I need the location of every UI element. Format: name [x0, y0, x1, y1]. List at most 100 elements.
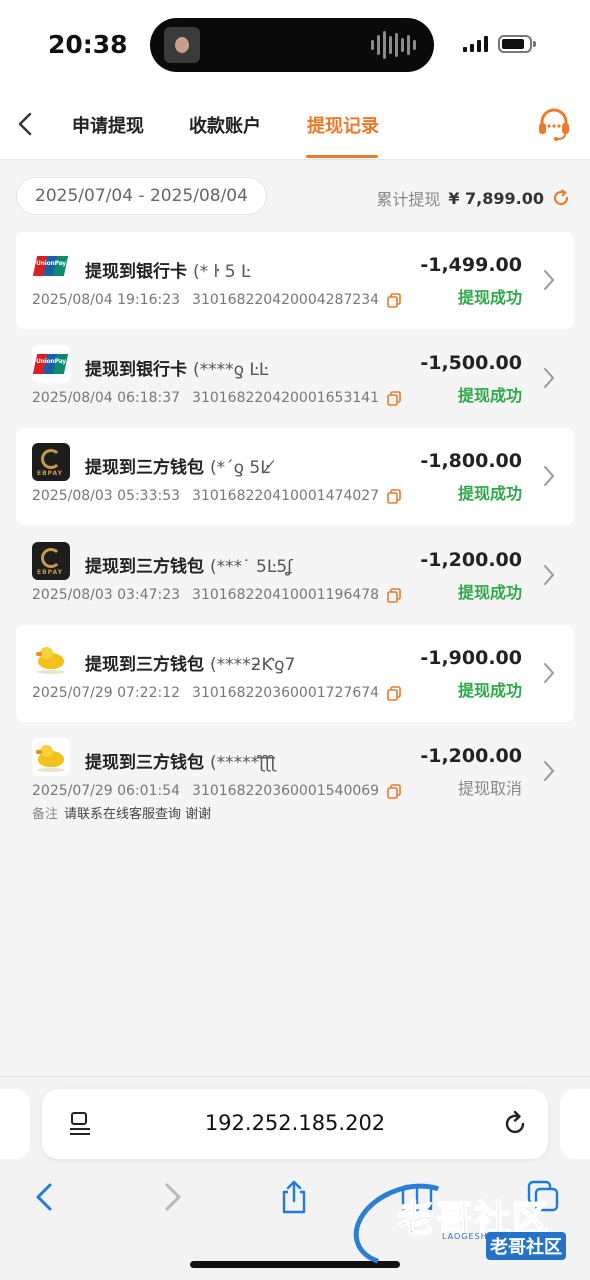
withdraw-record[interactable]: EBPAY 提现到三方钱包 (***˙ 5Ŀ5ʆ 2025/08/03 03:47…: [16, 527, 574, 624]
masked-account: (* ŀ 5 Ŀ: [193, 262, 251, 282]
record-meta: 2025/08/04 19:16:23 3101682204200042​872…: [32, 292, 401, 308]
record-status: 提现成功: [457, 288, 522, 307]
active-tab-indicator: [306, 155, 378, 158]
record-status: 提现成功: [457, 681, 522, 700]
record-title: 提现到三方钱包 (***˙ 5Ŀ5ʆ: [85, 557, 293, 577]
audio-waveform-icon: [371, 30, 416, 60]
masked-account: (*****ƪƪƪ: [210, 753, 277, 773]
transaction-id: 3101682204200042​87234: [192, 292, 380, 308]
address-bar[interactable]: 192.252.185.202: [42, 1089, 548, 1159]
record-status: 提现取消: [457, 779, 522, 798]
unionpay-icon: UnionPay: [32, 247, 70, 285]
chevron-right-icon: [544, 270, 555, 290]
remark-text: 请联系在线客服查询 谢谢: [64, 807, 212, 822]
record-status: 提现成功: [457, 386, 522, 405]
record-datetime: 2025/07/29 06:01:54: [32, 783, 181, 799]
transaction-id: 310168220410001196478: [192, 587, 380, 603]
record-amount: -1,800.00: [420, 450, 522, 472]
withdraw-record[interactable]: EBPAY 提现到三方钱包 (*ˊƍ 5Ŀ ̸ 2025/08/03 05:33:…: [16, 428, 574, 525]
record-status: 提现成功: [457, 484, 522, 503]
url-text[interactable]: 192.252.185.202: [42, 1111, 548, 1135]
masked-account: (*ˊƍ 5Ŀ ̸: [210, 458, 276, 478]
record-meta: 2025/08/03 03:47:23 31016822041000119647…: [32, 587, 401, 603]
record-datetime: 2025/08/03 05:33:53: [32, 488, 181, 504]
next-tab-preview[interactable]: [560, 1089, 590, 1159]
withdraw-record[interactable]: 提现到三方钱包 (****ƻƘƍ7 2025/07/29 07:22:12 310…: [16, 625, 574, 722]
battery-icon: [498, 35, 536, 53]
copy-icon[interactable]: [387, 488, 401, 504]
transaction-id: 310168220360001540069: [192, 783, 380, 799]
tab-receiving-account[interactable]: 收款账户: [189, 112, 261, 138]
bookmarks-icon[interactable]: [400, 1179, 434, 1215]
copy-icon[interactable]: [387, 685, 401, 701]
tabs-icon[interactable]: [526, 1179, 560, 1215]
record-datetime: 2025/07/29 07:22:12: [32, 685, 181, 701]
record-meta: 2025/07/29 07:22:12 31016822036000172767…: [32, 685, 401, 701]
previous-tab-preview[interactable]: [0, 1089, 30, 1159]
withdraw-record[interactable]: UnionPay 提现到银行卡 (****ƍ ĿĿ 2025/08/04 06:1…: [16, 330, 574, 427]
tab-withdraw-records[interactable]: 提现记录: [307, 112, 379, 138]
total-withdrawn: 累计提现 ¥ 7,899.00: [376, 186, 570, 210]
customer-service-headset-icon[interactable]: [536, 106, 572, 142]
copy-icon[interactable]: [387, 292, 401, 308]
transaction-id: 310168220420001653141: [192, 390, 380, 406]
status-time: 20:38: [48, 30, 128, 59]
browser-toolbar: 192.252.185.202: [0, 1076, 590, 1280]
withdraw-record[interactable]: 提现到三方钱包 (*****ƪƪƪ 2025/07/29 06:01:54 310…: [16, 723, 574, 833]
record-status: 提现成功: [457, 583, 522, 602]
record-title: 提现到银行卡 (****ƍ ĿĿ: [85, 360, 269, 380]
masked-account: (****ƍ ĿĿ: [193, 360, 269, 380]
now-playing-thumbnail: [164, 27, 200, 63]
record-remark: 备注 请联系在线客服查询 谢谢: [32, 803, 211, 822]
date-range-picker[interactable]: 2025/07/04 - 2025/08/04: [16, 177, 267, 215]
share-icon[interactable]: [277, 1179, 311, 1215]
masked-account: (****ƻƘƍ7: [210, 655, 296, 675]
record-meta: 2025/08/03 05:33:53 31016822041000147402…: [32, 488, 401, 504]
record-meta: 2025/08/04 06:18:37 31016822042000165314…: [32, 390, 401, 406]
transaction-id: 310168220360001727674: [192, 685, 380, 701]
remark-label: 备注: [32, 807, 59, 822]
record-datetime: 2025/08/04 06:18:37: [32, 390, 181, 406]
total-label: 累计提现: [376, 190, 441, 209]
chevron-right-icon: [544, 565, 555, 585]
chevron-right-icon: [544, 663, 555, 683]
chevron-right-icon: [544, 761, 555, 781]
total-amount: ¥ 7,899.00: [448, 188, 544, 208]
page-header: 申请提现 收款账户 提现记录: [0, 90, 590, 160]
record-title: 提现到三方钱包 (*ˊƍ 5Ŀ ̸: [85, 458, 276, 478]
home-indicator: [190, 1261, 400, 1268]
back-arrow-icon[interactable]: [14, 110, 38, 138]
masked-account: (***˙ 5Ŀ5ʆ: [210, 557, 293, 577]
reload-icon[interactable]: [502, 1109, 528, 1137]
duck-wallet-icon: [32, 640, 70, 678]
duck-wallet-icon: [32, 738, 70, 776]
record-meta: 2025/07/29 06:01:54 31016822036000154006…: [32, 783, 401, 799]
record-amount: -1,500.00: [420, 352, 522, 374]
unionpay-icon: UnionPay: [32, 345, 70, 383]
record-title: 提现到银行卡 (* ŀ 5 Ŀ: [85, 262, 251, 282]
record-title: 提现到三方钱包 (*****ƪƪƪ: [85, 753, 277, 773]
chevron-right-icon: [544, 368, 555, 388]
transaction-id: 310168220410001474027: [192, 488, 380, 504]
cellular-signal-icon: [463, 36, 488, 52]
ebpay-icon: EBPAY: [32, 443, 70, 481]
tab-apply-withdraw[interactable]: 申请提现: [72, 112, 144, 138]
forward-icon[interactable]: [155, 1179, 189, 1215]
copy-icon[interactable]: [387, 587, 401, 603]
record-title: 提现到三方钱包 (****ƻƘƍ7: [85, 655, 296, 675]
record-datetime: 2025/08/04 19:16:23: [32, 292, 181, 308]
record-amount: -1,900.00: [420, 647, 522, 669]
record-amount: -1,200.00: [420, 745, 522, 767]
back-icon[interactable]: [28, 1179, 62, 1215]
copy-icon[interactable]: [387, 390, 401, 406]
withdraw-record[interactable]: UnionPay 提现到银行卡 (* ŀ 5 Ŀ 2025/08/04 19:16…: [16, 232, 574, 329]
refresh-icon[interactable]: [552, 189, 570, 207]
record-amount: -1,200.00: [420, 549, 522, 571]
chevron-right-icon: [544, 466, 555, 486]
copy-icon[interactable]: [387, 783, 401, 799]
record-datetime: 2025/08/03 03:47:23: [32, 587, 181, 603]
status-bar: 20:38: [0, 0, 590, 90]
ebpay-icon: EBPAY: [32, 542, 70, 580]
dynamic-island[interactable]: [150, 18, 434, 72]
record-amount: -1,499.00: [420, 254, 522, 276]
